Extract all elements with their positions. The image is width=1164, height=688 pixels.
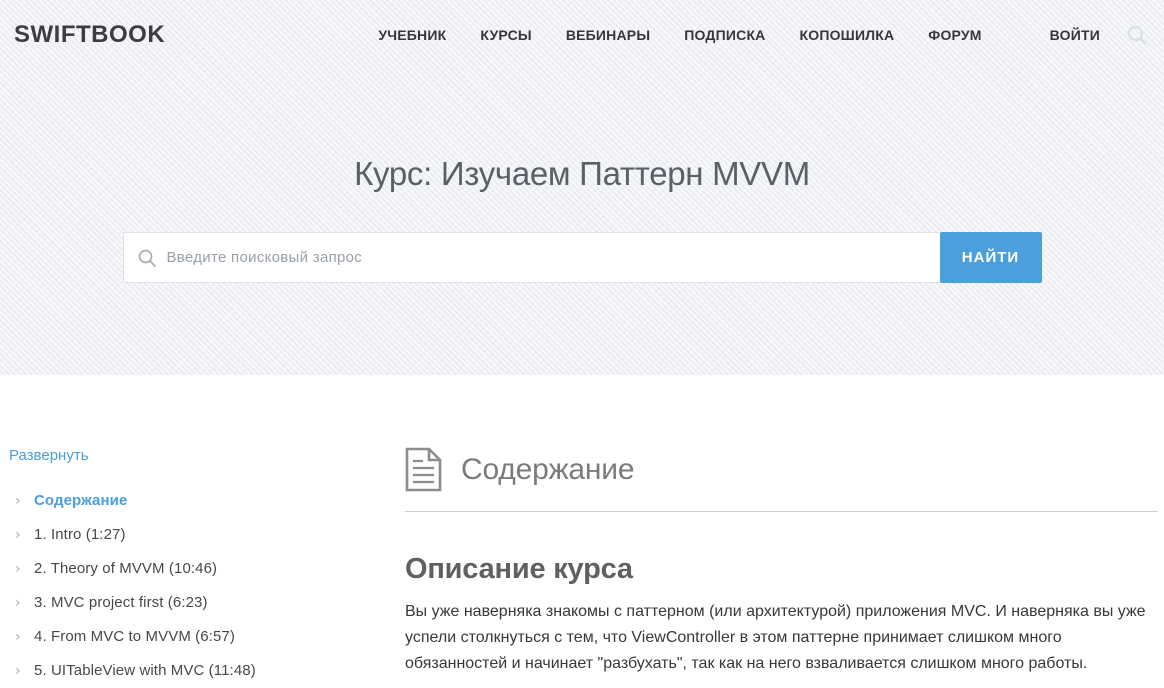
main-nav: УЧЕБНИК КУРСЫ ВЕБИНАРЫ ПОДПИСКА КОПОШИЛК… [344, 27, 1100, 43]
toc-link[interactable]: 1. Intro (1:27) [34, 527, 126, 543]
chevron-right-icon: › [8, 561, 34, 577]
course-description: Вы уже наверняка знакомы с паттерном (ил… [405, 599, 1158, 677]
toc-link[interactable]: 5. UITableView with MVC (11:48) [34, 663, 256, 679]
toc-item-lesson-1: › 1. Intro (1:27) [8, 527, 405, 543]
chevron-right-icon: › [8, 663, 34, 679]
chevron-right-icon: › [8, 527, 34, 543]
toc-item-contents: › Содержание [8, 493, 405, 509]
header-search-icon[interactable] [1126, 24, 1148, 46]
expand-all-link[interactable]: Развернуть [9, 447, 89, 464]
nav-item-subscription[interactable]: ПОДПИСКА [684, 27, 765, 43]
lesson-title: Содержание [461, 453, 634, 487]
nav-item-koposhilka[interactable]: КОПОШИЛКА [800, 27, 895, 43]
top-navigation-bar: SWIFTBOOK УЧЕБНИК КУРСЫ ВЕБИНАРЫ ПОДПИСК… [0, 0, 1164, 70]
lesson-header: Содержание [405, 447, 1158, 492]
toc-item-lesson-5: › 5. UITableView with MVC (11:48) [8, 663, 405, 679]
chevron-right-icon: › [8, 595, 34, 611]
toc-item-lesson-2: › 2. Theory of MVVM (10:46) [8, 561, 405, 577]
chevron-right-icon: › [8, 629, 34, 645]
hero-section: SWIFTBOOK УЧЕБНИК КУРСЫ ВЕБИНАРЫ ПОДПИСК… [0, 0, 1164, 375]
toc-item-lesson-3: › 3. MVC project first (6:23) [8, 595, 405, 611]
search-input[interactable] [167, 233, 940, 282]
nav-item-webinars[interactable]: ВЕБИНАРЫ [566, 27, 650, 43]
section-heading: Описание курса [405, 553, 1158, 586]
toc-link[interactable]: Содержание [34, 493, 127, 509]
search-field-wrapper [123, 232, 940, 283]
nav-item-courses[interactable]: КУРСЫ [480, 27, 531, 43]
toc-link[interactable]: 2. Theory of MVVM (10:46) [34, 561, 217, 577]
toc-link[interactable]: 4. From MVC to MVVM (6:57) [34, 629, 235, 645]
chevron-right-icon: › [8, 493, 34, 509]
page-title: Курс: Изучаем Паттерн MVVM [0, 155, 1164, 193]
toc-item-lesson-4: › 4. From MVC to MVVM (6:57) [8, 629, 405, 645]
course-search-bar: НАЙТИ [123, 232, 1042, 283]
site-logo[interactable]: SWIFTBOOK [14, 21, 165, 49]
search-submit-button[interactable]: НАЙТИ [940, 232, 1042, 283]
divider [405, 511, 1158, 512]
nav-item-textbook[interactable]: УЧЕБНИК [378, 27, 446, 43]
content-area: Развернуть › Содержание › 1. Intro (1:27… [0, 375, 1164, 688]
search-input-icon [137, 248, 157, 268]
document-icon [405, 447, 442, 492]
lesson-content: Содержание Описание курса Вы уже наверня… [405, 447, 1164, 688]
nav-item-forum[interactable]: ФОРУМ [928, 27, 981, 43]
toc-link[interactable]: 3. MVC project first (6:23) [34, 595, 208, 611]
course-sidebar: Развернуть › Содержание › 1. Intro (1:27… [8, 447, 405, 688]
table-of-contents: › Содержание › 1. Intro (1:27) › 2. Theo… [8, 493, 405, 679]
login-button[interactable]: ВОЙТИ [1050, 27, 1100, 43]
